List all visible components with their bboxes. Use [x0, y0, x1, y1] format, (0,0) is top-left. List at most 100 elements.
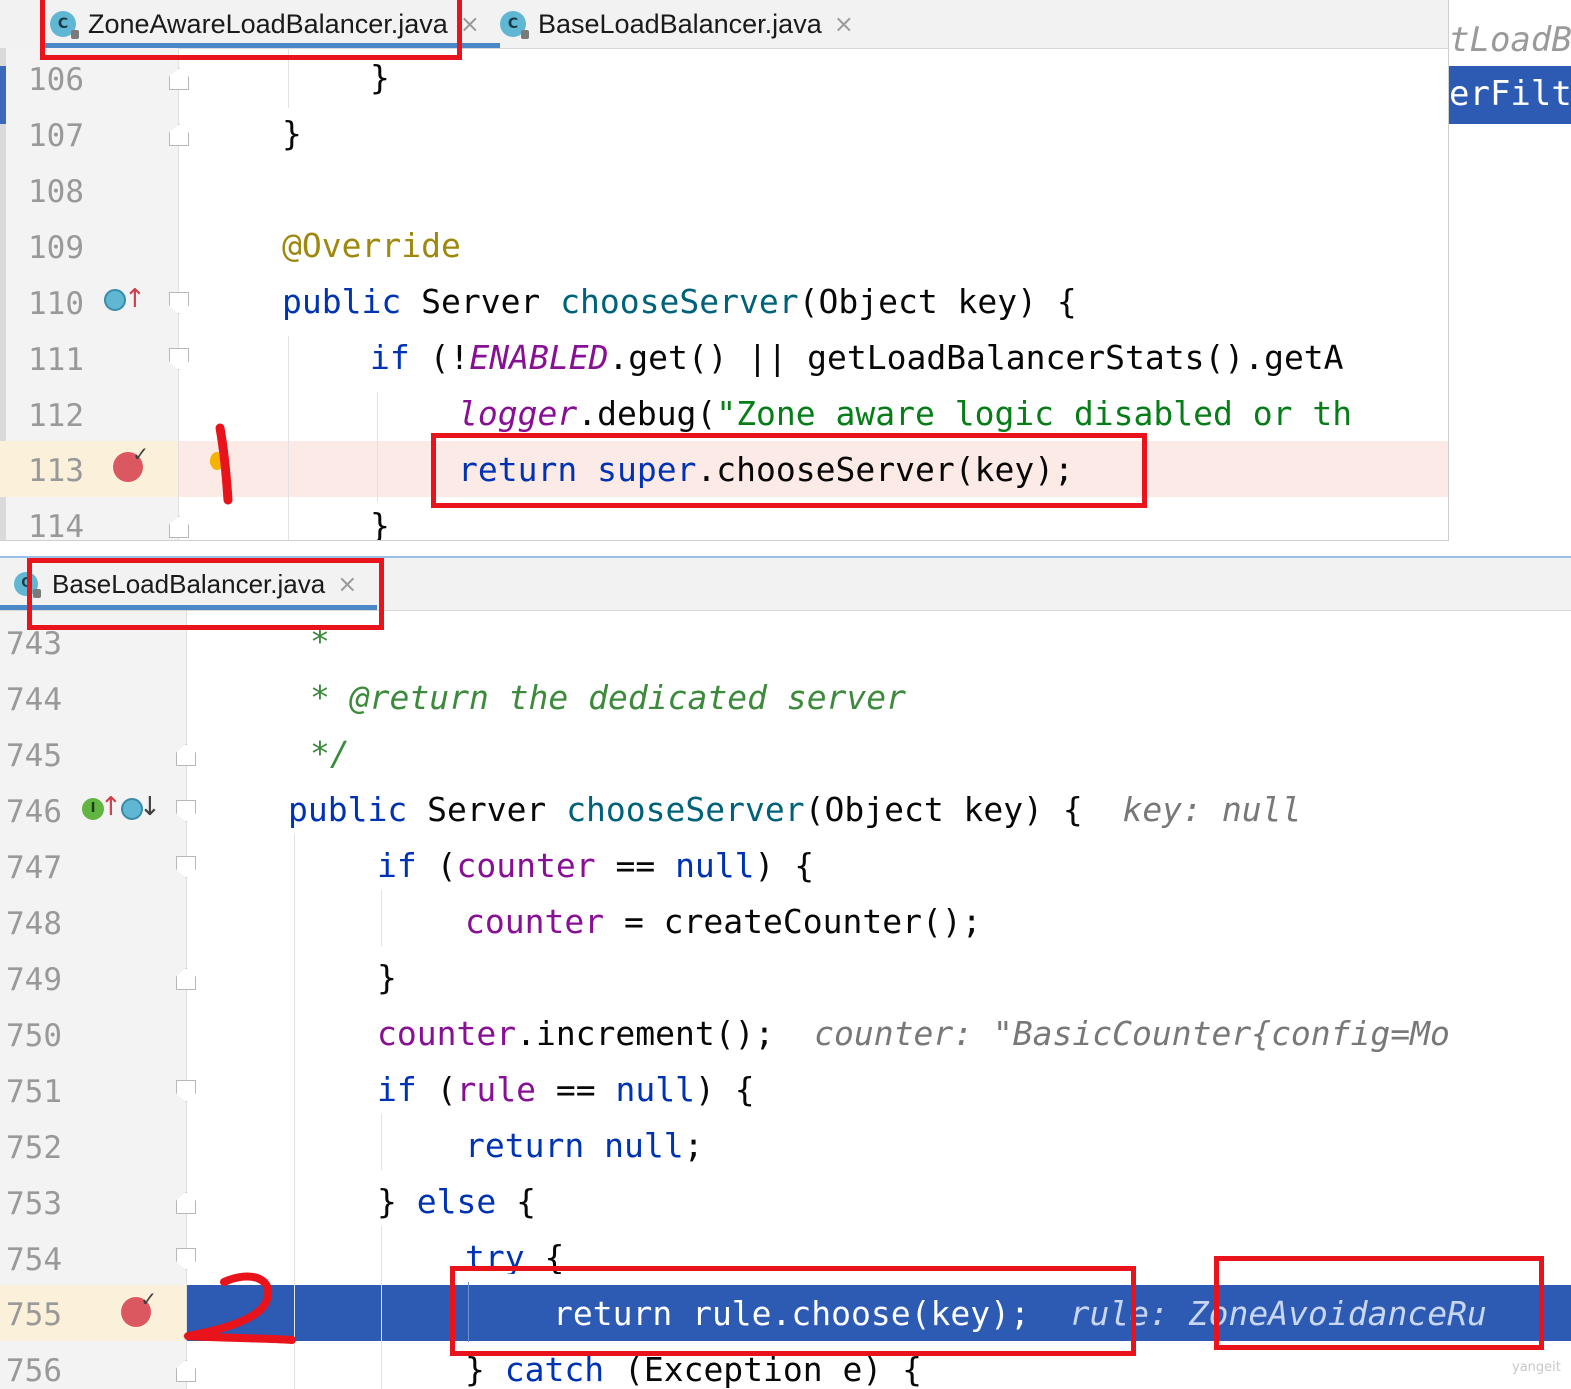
field: rule [456, 1070, 536, 1109]
gutter-stripe [0, 66, 6, 124]
keyword: public [282, 282, 402, 321]
line-number: 750 [6, 1018, 62, 1054]
string-literal: "Zone aware logic disabled or th [716, 394, 1353, 433]
code-line-111: if (!ENABLED.get() || getLoadBalancerSta… [370, 330, 1344, 386]
line-number: 756 [6, 1353, 62, 1389]
keyword: null [615, 1070, 695, 1109]
close-icon[interactable]: × [460, 10, 480, 38]
code-token: .get() || getLoadBalancerStats().getA [608, 338, 1344, 377]
line-number: 108 [28, 174, 84, 210]
code-token: ( [416, 846, 457, 885]
line-number: 111 [28, 342, 84, 378]
annotation-mark-2 [184, 1272, 296, 1344]
code-token: == [595, 846, 676, 885]
close-icon[interactable]: × [834, 10, 854, 38]
background-window-peek: tLoadB erFilt [1449, 0, 1571, 126]
code-line-110: public Server chooseServer(Object key) { [282, 274, 1077, 330]
code-line-745: */ [310, 734, 350, 773]
code-line-748: counter = createCounter(); [465, 894, 982, 950]
line-number: 110 [28, 286, 84, 322]
type-name: Server [421, 282, 541, 321]
line-number: 752 [6, 1130, 62, 1166]
code-token: } [377, 1182, 397, 1221]
indent-guide [381, 890, 382, 946]
code-line-747: if (counter == null) { [377, 838, 814, 894]
annotation-box-zoneaware-tab [40, 0, 462, 60]
line-number: 106 [28, 62, 84, 98]
keyword: if [377, 1070, 417, 1109]
override-arrow-icon: ↑ [124, 284, 146, 314]
inline-debug-value: counter: "BasicCounter{config=Mo [814, 1014, 1450, 1053]
tab-label: BaseLoadBalancer.java [538, 8, 822, 39]
field: counter [377, 1014, 517, 1053]
code-token: .debug( [577, 394, 717, 433]
line-number: 109 [28, 230, 84, 266]
keyword: else [416, 1182, 497, 1221]
code-token: == [535, 1070, 616, 1109]
code-line-746: public Server chooseServer(Object key) {… [288, 782, 1301, 838]
type-name: Server [427, 790, 547, 829]
code-token: ; [683, 1126, 704, 1165]
code-line-107: } [282, 114, 302, 153]
method-name: chooseServer [566, 790, 805, 829]
code-token: ) { [754, 846, 815, 885]
line-number: 747 [6, 850, 62, 886]
line-number: 744 [6, 682, 62, 718]
code-token: .increment(); [516, 1014, 775, 1053]
inline-debug-value: key: null [1122, 790, 1302, 829]
class-icon: C [500, 11, 529, 39]
line-number: 114 [28, 509, 84, 541]
indent-guide [377, 392, 378, 502]
method-name: chooseServer [560, 282, 799, 321]
overridden-arrow-icon: ↓ [139, 792, 161, 822]
indent-guide [381, 1114, 382, 1170]
annotation-mark-1 [215, 423, 233, 505]
line-number: 107 [28, 118, 84, 154]
keyword: if [377, 846, 417, 885]
override-icon[interactable] [104, 289, 126, 311]
keyword: public [288, 790, 408, 829]
annotation-box-rule-value [1214, 1256, 1544, 1350]
line-number: 753 [6, 1186, 62, 1222]
breakpoint-icon[interactable] [121, 1287, 157, 1327]
code-line-109: @Override [282, 226, 461, 265]
code-line-744: * @return the dedicated server [310, 678, 907, 717]
line-number: 754 [6, 1242, 62, 1278]
code-token: = createCounter(); [604, 902, 982, 941]
keyword: return [465, 1126, 585, 1165]
line-number: 748 [6, 906, 62, 942]
line-number: 751 [6, 1074, 62, 1110]
peek-line: erFilt [1449, 74, 1571, 114]
annotation-box-rule-choose [450, 1266, 1136, 1356]
line-number: 113 [28, 453, 84, 489]
params: (Object key) { [798, 282, 1077, 321]
line-number: 746 [6, 794, 62, 830]
code-token: (! [409, 338, 470, 377]
line-number: 755 [6, 1297, 62, 1333]
code-line-753: } else { [377, 1174, 536, 1230]
indent-guide [288, 336, 289, 540]
code-line-751: if (rule == null) { [377, 1062, 755, 1118]
tab-baseloadbalancer[interactable]: C BaseLoadBalancer.java × [500, 0, 874, 48]
line-number: 749 [6, 962, 62, 998]
breakpoint-icon[interactable] [113, 442, 149, 482]
indent-guide [381, 1226, 382, 1389]
code-line-114: } [370, 506, 390, 541]
line-number: 745 [6, 738, 62, 774]
code-token: ( [416, 1070, 457, 1109]
annotation-box-base-tab [27, 558, 384, 630]
keyword: null [675, 846, 755, 885]
line-number: 112 [28, 398, 84, 434]
keyword: null [604, 1126, 684, 1165]
keyword: if [370, 338, 410, 377]
field: counter [465, 902, 605, 941]
implements-arrow-icon: ↑ [100, 792, 122, 822]
code-token: ) { [694, 1070, 755, 1109]
static-field: logger [458, 394, 578, 433]
watermark: yangeit [1512, 1360, 1561, 1375]
peek-line: tLoadB [1449, 20, 1571, 60]
code-line-752: return null; [465, 1118, 703, 1174]
breakpoint-line-gutter [0, 441, 178, 497]
field: counter [456, 846, 596, 885]
params: (Object key) { [804, 790, 1083, 829]
